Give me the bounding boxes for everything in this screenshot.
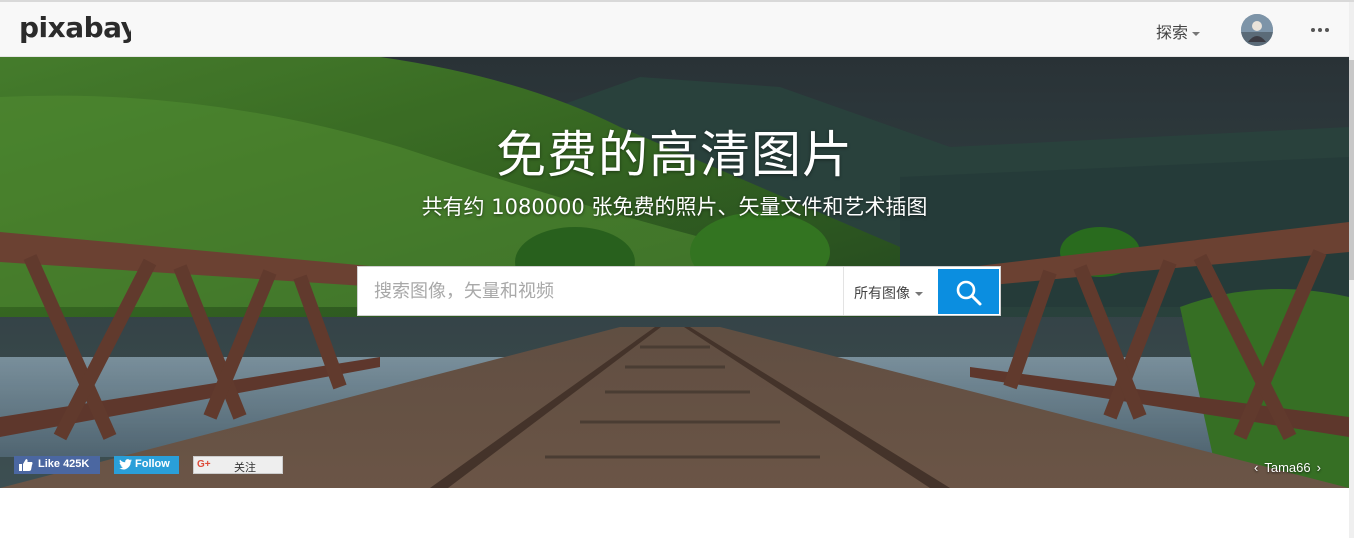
- google-plus-follow-button[interactable]: G+ 关注: [193, 456, 283, 474]
- chevron-down-icon: [1192, 31, 1201, 36]
- scrollbar-thumb[interactable]: [1349, 60, 1354, 280]
- next-image-arrow[interactable]: ›: [1317, 460, 1321, 475]
- twitter-follow-button[interactable]: Follow: [114, 456, 179, 474]
- svg-text:pixabay: pixabay: [19, 13, 131, 44]
- twitter-bird-icon: [119, 459, 132, 470]
- image-author-link[interactable]: Tama66: [1264, 460, 1310, 475]
- facebook-like-label: Like 425K: [38, 458, 90, 470]
- pixabay-logo-icon: pixabay: [19, 11, 139, 44]
- user-avatar[interactable]: [1241, 14, 1273, 46]
- hero-subtitle: 共有约 1080000 张免费的照片、矢量文件和艺术插图: [421, 195, 928, 219]
- facebook-like-button[interactable]: Like 425K: [14, 456, 100, 474]
- chevron-down-icon: [915, 292, 923, 296]
- thumbs-up-icon: [19, 459, 33, 471]
- search-button[interactable]: [938, 269, 999, 314]
- search-icon: [956, 280, 982, 306]
- hero-banner: 免费的高清图片 共有约 1080000 张免费的照片、矢量文件和艺术插图 所有图…: [0, 57, 1349, 488]
- search-type-label: 所有图像: [854, 286, 910, 302]
- explore-menu[interactable]: 探索: [1156, 19, 1201, 43]
- image-credit: ‹ Tama66 ›: [1248, 460, 1327, 475]
- pixabay-logo[interactable]: pixabay: [19, 11, 139, 50]
- avatar-icon: [1241, 14, 1273, 46]
- google-plus-follow-label: 关注: [234, 462, 256, 474]
- search-input[interactable]: [358, 267, 842, 315]
- hero-title: 免费的高清图片: [496, 126, 853, 184]
- twitter-follow-label: Follow: [135, 458, 170, 470]
- search-divider: [843, 267, 844, 315]
- explore-label: 探索: [1156, 23, 1189, 42]
- search-type-dropdown[interactable]: 所有图像: [854, 283, 923, 303]
- search-bar: 所有图像: [357, 266, 1001, 316]
- previous-image-arrow[interactable]: ‹: [1254, 460, 1258, 475]
- google-plus-icon: G+: [197, 459, 211, 470]
- top-navbar: pixabay 探索: [0, 2, 1349, 57]
- more-horizontal-icon[interactable]: [1310, 20, 1330, 40]
